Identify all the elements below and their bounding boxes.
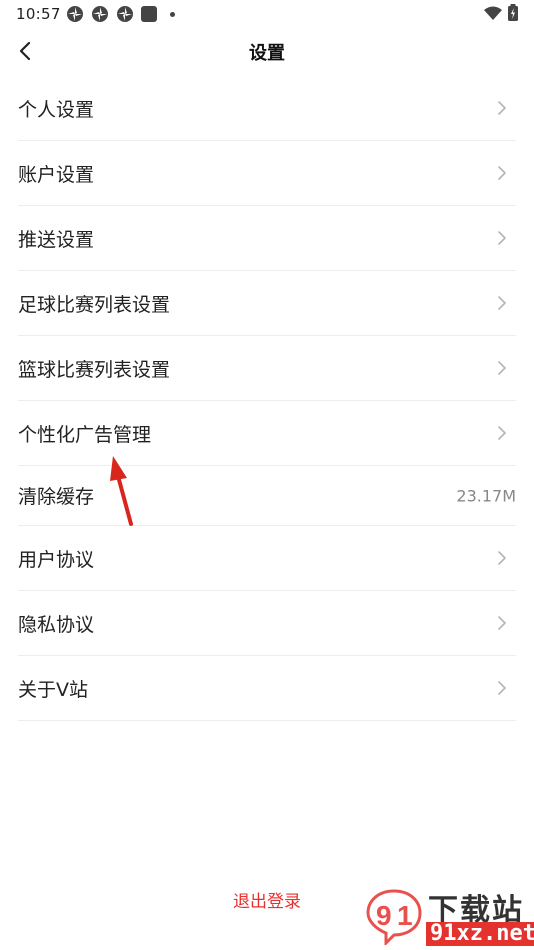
settings-item-label: 个性化广告管理 xyxy=(18,423,152,446)
settings-item-basketball-list[interactable]: 篮球比赛列表设置 xyxy=(18,336,516,401)
settings-item-clear-cache[interactable]: 清除缓存 23.17M xyxy=(18,466,516,526)
app-notification-icon xyxy=(116,5,134,23)
settings-item-football-list[interactable]: 足球比赛列表设置 xyxy=(18,271,516,336)
chevron-right-icon xyxy=(498,296,506,310)
wifi-icon xyxy=(484,5,502,24)
settings-item-label: 个人设置 xyxy=(18,98,95,121)
app-square-icon xyxy=(141,6,157,22)
settings-item-label: 账户设置 xyxy=(18,163,95,186)
settings-item-personalized-ads[interactable]: 个性化广告管理 xyxy=(18,401,516,466)
watermark-domain: 91xz.net xyxy=(426,922,534,946)
chevron-right-icon xyxy=(498,551,506,565)
settings-item-personal[interactable]: 个人设置 xyxy=(18,76,516,141)
annotation-arrow-icon xyxy=(110,456,133,526)
settings-item-label: 隐私协议 xyxy=(18,613,95,636)
settings-item-label: 用户协议 xyxy=(18,548,95,571)
cache-size-value: 23.17M xyxy=(456,486,516,505)
status-time: 10:57 xyxy=(16,5,61,23)
chevron-right-icon xyxy=(498,166,506,180)
settings-list: 个人设置 账户设置 推送设置 足球比赛列表设置 篮球比赛列表设置 个性化广告管理… xyxy=(18,76,516,721)
more-notifications-dot-icon xyxy=(170,11,175,17)
settings-item-about[interactable]: 关于V站 xyxy=(18,656,516,721)
svg-text:1: 1 xyxy=(397,900,413,931)
system-icons xyxy=(484,3,518,25)
settings-item-label: 篮球比赛列表设置 xyxy=(18,358,171,381)
chevron-right-icon xyxy=(498,681,506,695)
chevron-right-icon xyxy=(498,361,506,375)
settings-item-privacy-agreement[interactable]: 隐私协议 xyxy=(18,591,516,656)
chevron-right-icon xyxy=(498,616,506,630)
watermark: 9 1 下载站 91xz.net xyxy=(364,885,534,949)
header: 设置 xyxy=(0,28,534,74)
app-notification-icon xyxy=(66,5,84,23)
chevron-right-icon xyxy=(498,426,506,440)
watermark-logo-icon: 9 1 xyxy=(366,889,422,945)
settings-item-user-agreement[interactable]: 用户协议 xyxy=(18,526,516,591)
settings-item-push[interactable]: 推送设置 xyxy=(18,206,516,271)
settings-item-label: 关于V站 xyxy=(18,678,88,701)
chevron-right-icon xyxy=(498,101,506,115)
page-title: 设置 xyxy=(249,43,285,64)
battery-charging-icon xyxy=(508,3,518,25)
settings-item-label: 足球比赛列表设置 xyxy=(18,293,171,316)
chevron-right-icon xyxy=(498,231,506,245)
status-bar: 10:57 xyxy=(0,0,534,28)
svg-text:9: 9 xyxy=(376,900,392,931)
settings-item-account[interactable]: 账户设置 xyxy=(18,141,516,206)
settings-item-label: 推送设置 xyxy=(18,228,95,251)
notification-icons xyxy=(66,5,175,23)
app-notification-icon xyxy=(91,5,109,23)
settings-item-label: 清除缓存 xyxy=(18,486,95,508)
